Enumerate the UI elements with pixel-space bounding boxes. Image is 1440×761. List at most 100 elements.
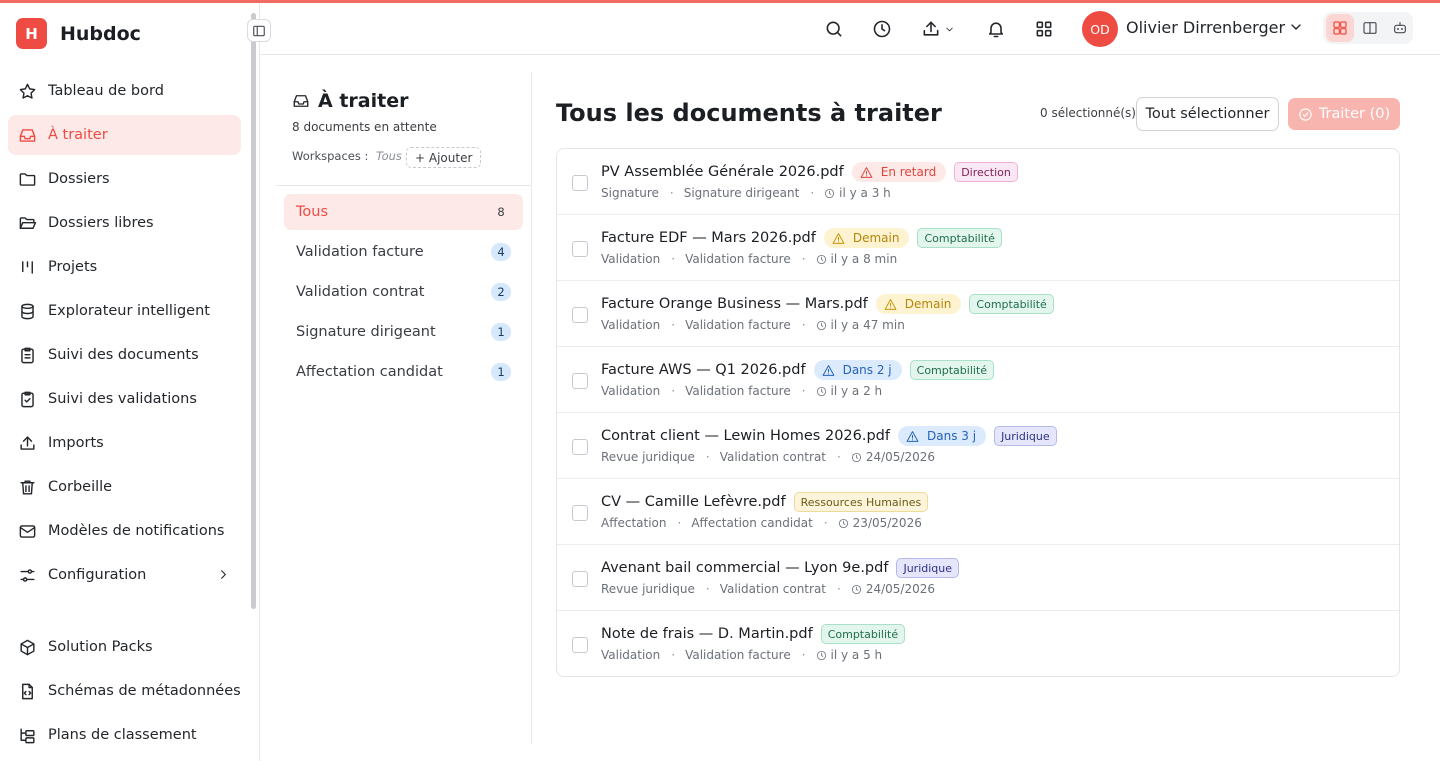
workflow-step: Validation contrat bbox=[719, 582, 826, 596]
row-checkbox[interactable] bbox=[572, 439, 588, 455]
add-workspace-button[interactable]: + Ajouter bbox=[406, 147, 482, 168]
user-name[interactable]: Olivier Dirrenberger bbox=[1126, 18, 1285, 37]
due-status-label: Dans 3 j bbox=[927, 429, 977, 443]
view-columns-button[interactable] bbox=[1356, 14, 1384, 42]
workflow-step: Validation facture bbox=[685, 318, 791, 332]
upload-icon bbox=[923, 21, 939, 36]
separator: · bbox=[671, 384, 676, 398]
filter-label: Signature dirigeant bbox=[296, 324, 436, 340]
clipboard-list-icon bbox=[17, 345, 37, 365]
department-tag: Juridique bbox=[994, 426, 1057, 446]
filter-item[interactable]: Validation facture 4 bbox=[284, 234, 523, 270]
apps-grid-icon[interactable] bbox=[1032, 17, 1056, 41]
view-grid-button[interactable] bbox=[1326, 14, 1354, 42]
bell-icon[interactable] bbox=[984, 17, 1008, 41]
document-header: CV — Camille Lefèvre.pdf Ressources Humai… bbox=[601, 492, 929, 512]
sidebar-collapse-button[interactable] bbox=[247, 19, 271, 42]
department-tag: Comptabilité bbox=[820, 624, 906, 644]
document-row[interactable]: Contrat client — Lewin Homes 2026.pdf Dan… bbox=[557, 413, 1399, 479]
sidebar-item-solution-packs[interactable]: Solution Packs bbox=[8, 627, 241, 667]
workflow-type: Validation bbox=[601, 318, 661, 332]
sidebar-item-imports[interactable]: Imports bbox=[8, 423, 241, 463]
sidebar-scrollbar[interactable] bbox=[251, 13, 256, 609]
separator: · bbox=[801, 318, 806, 332]
select-all-button[interactable]: Tout sélectionner bbox=[1136, 97, 1279, 131]
filter-count-badge: 1 bbox=[491, 363, 511, 381]
document-name[interactable]: CV — Camille Lefèvre.pdf bbox=[601, 494, 786, 510]
workspaces-value[interactable]: Tous bbox=[376, 149, 402, 163]
separator: · bbox=[671, 648, 676, 662]
document-row[interactable]: CV — Camille Lefèvre.pdf Ressources Humai… bbox=[557, 479, 1399, 545]
chevron-down-icon[interactable] bbox=[1288, 19, 1304, 35]
document-name[interactable]: Facture EDF — Mars 2026.pdf bbox=[601, 230, 816, 246]
document-row[interactable]: PV Assemblée Générale 2026.pdf En retard D… bbox=[557, 149, 1399, 215]
view-assistant-button[interactable] bbox=[1386, 14, 1414, 42]
workflow-type: Validation bbox=[601, 648, 661, 662]
panel-left-icon bbox=[253, 25, 265, 36]
row-checkbox[interactable] bbox=[572, 505, 588, 521]
document-row[interactable]: Facture EDF — Mars 2026.pdf Demain Comptab… bbox=[557, 215, 1399, 281]
star-icon bbox=[17, 81, 37, 101]
workflow-step: Validation facture bbox=[685, 384, 791, 398]
document-row[interactable]: Facture AWS — Q1 2026.pdf Dans 2 j Comptab… bbox=[557, 347, 1399, 413]
row-checkbox[interactable] bbox=[572, 571, 588, 587]
inbox-icon bbox=[293, 95, 309, 107]
document-name[interactable]: Facture AWS — Q1 2026.pdf bbox=[601, 362, 806, 378]
sidebar-item-dossiers[interactable]: Dossiers bbox=[8, 159, 241, 199]
sidebar-item-modeles-de-notifications[interactable]: Modèles de notifications bbox=[8, 511, 241, 551]
sidebar: H Hubdoc Tableau de bord À traiter Dossier… bbox=[0, 3, 260, 761]
sidebar-item-schemas-de-metadonnees[interactable]: Schémas de métadonnées bbox=[8, 671, 241, 711]
document-name[interactable]: Avenant bail commercial — Lyon 9e.pdf bbox=[601, 560, 888, 576]
sidebar-item-tableau-de-bord[interactable]: Tableau de bord bbox=[8, 71, 241, 111]
row-checkbox[interactable] bbox=[572, 373, 588, 389]
document-row[interactable]: Note de frais — D. Martin.pdf Comptabilit… bbox=[557, 611, 1399, 676]
row-checkbox[interactable] bbox=[572, 175, 588, 191]
document-name[interactable]: Facture Orange Business — Mars.pdf bbox=[601, 296, 868, 312]
process-button[interactable]: Traiter (0) bbox=[1288, 98, 1400, 130]
sidebar-item-a-traiter[interactable]: À traiter bbox=[8, 115, 241, 155]
sidebar-item-plans-de-classement[interactable]: Plans de classement bbox=[8, 715, 241, 755]
search-icon[interactable] bbox=[822, 17, 846, 41]
app-name: Hubdoc bbox=[60, 22, 141, 45]
row-checkbox[interactable] bbox=[572, 307, 588, 323]
alert-triangle-icon bbox=[860, 166, 873, 178]
user-avatar[interactable]: OD bbox=[1082, 11, 1118, 47]
sidebar-item-label: Dossiers libres bbox=[48, 215, 154, 231]
document-row[interactable]: Avenant bail commercial — Lyon 9e.pdf Jur… bbox=[557, 545, 1399, 611]
sidebar-item-corbeille[interactable]: Corbeille bbox=[8, 467, 241, 507]
filter-item[interactable]: Signature dirigeant 1 bbox=[284, 314, 523, 350]
document-header: PV Assemblée Générale 2026.pdf En retard D… bbox=[601, 162, 1018, 182]
document-name[interactable]: Contrat client — Lewin Homes 2026.pdf bbox=[601, 428, 890, 444]
clock-icon bbox=[851, 584, 861, 594]
folder-icon bbox=[17, 169, 37, 189]
document-name[interactable]: Note de frais — D. Martin.pdf bbox=[601, 626, 813, 642]
filter-label: Validation facture bbox=[296, 244, 424, 260]
document-name[interactable]: PV Assemblée Générale 2026.pdf bbox=[601, 164, 844, 180]
sidebar-item-configuration[interactable]: Configuration bbox=[8, 555, 241, 595]
row-checkbox[interactable] bbox=[572, 637, 588, 653]
filter-item[interactable]: Tous 8 bbox=[284, 194, 523, 230]
columns-icon bbox=[1363, 22, 1377, 34]
app-logo[interactable]: H Hubdoc bbox=[16, 18, 141, 49]
row-checkbox[interactable] bbox=[572, 241, 588, 257]
upload-menu-button[interactable] bbox=[918, 17, 958, 41]
document-row[interactable]: Facture Orange Business — Mars.pdf Demain… bbox=[557, 281, 1399, 347]
separator: · bbox=[801, 384, 806, 398]
sidebar-item-explorateur-intelligent[interactable]: Explorateur intelligent bbox=[8, 291, 241, 331]
panel-title-text: À traiter bbox=[318, 90, 409, 112]
history-icon[interactable] bbox=[870, 17, 894, 41]
workspaces-label: Workspaces : bbox=[292, 149, 369, 163]
workflow-type: Validation bbox=[601, 252, 661, 266]
sidebar-item-projets[interactable]: Projets bbox=[8, 247, 241, 287]
file-code-icon bbox=[17, 681, 37, 701]
filter-item[interactable]: Affectation candidat 1 bbox=[284, 354, 523, 390]
selected-count: 0 sélectionné(s) bbox=[1040, 106, 1136, 120]
sidebar-item-suivi-des-documents[interactable]: Suivi des documents bbox=[8, 335, 241, 375]
sidebar-item-label: Projets bbox=[48, 259, 98, 275]
sidebar-item-dossiers-libres[interactable]: Dossiers libres bbox=[8, 203, 241, 243]
sidebar-item-label: Corbeille bbox=[48, 479, 113, 495]
filter-count-badge: 8 bbox=[497, 205, 505, 219]
filter-item[interactable]: Validation contrat 2 bbox=[284, 274, 523, 310]
sidebar-item-suivi-des-validations[interactable]: Suivi des validations bbox=[8, 379, 241, 419]
sidebar-item-label: Solution Packs bbox=[48, 639, 153, 655]
